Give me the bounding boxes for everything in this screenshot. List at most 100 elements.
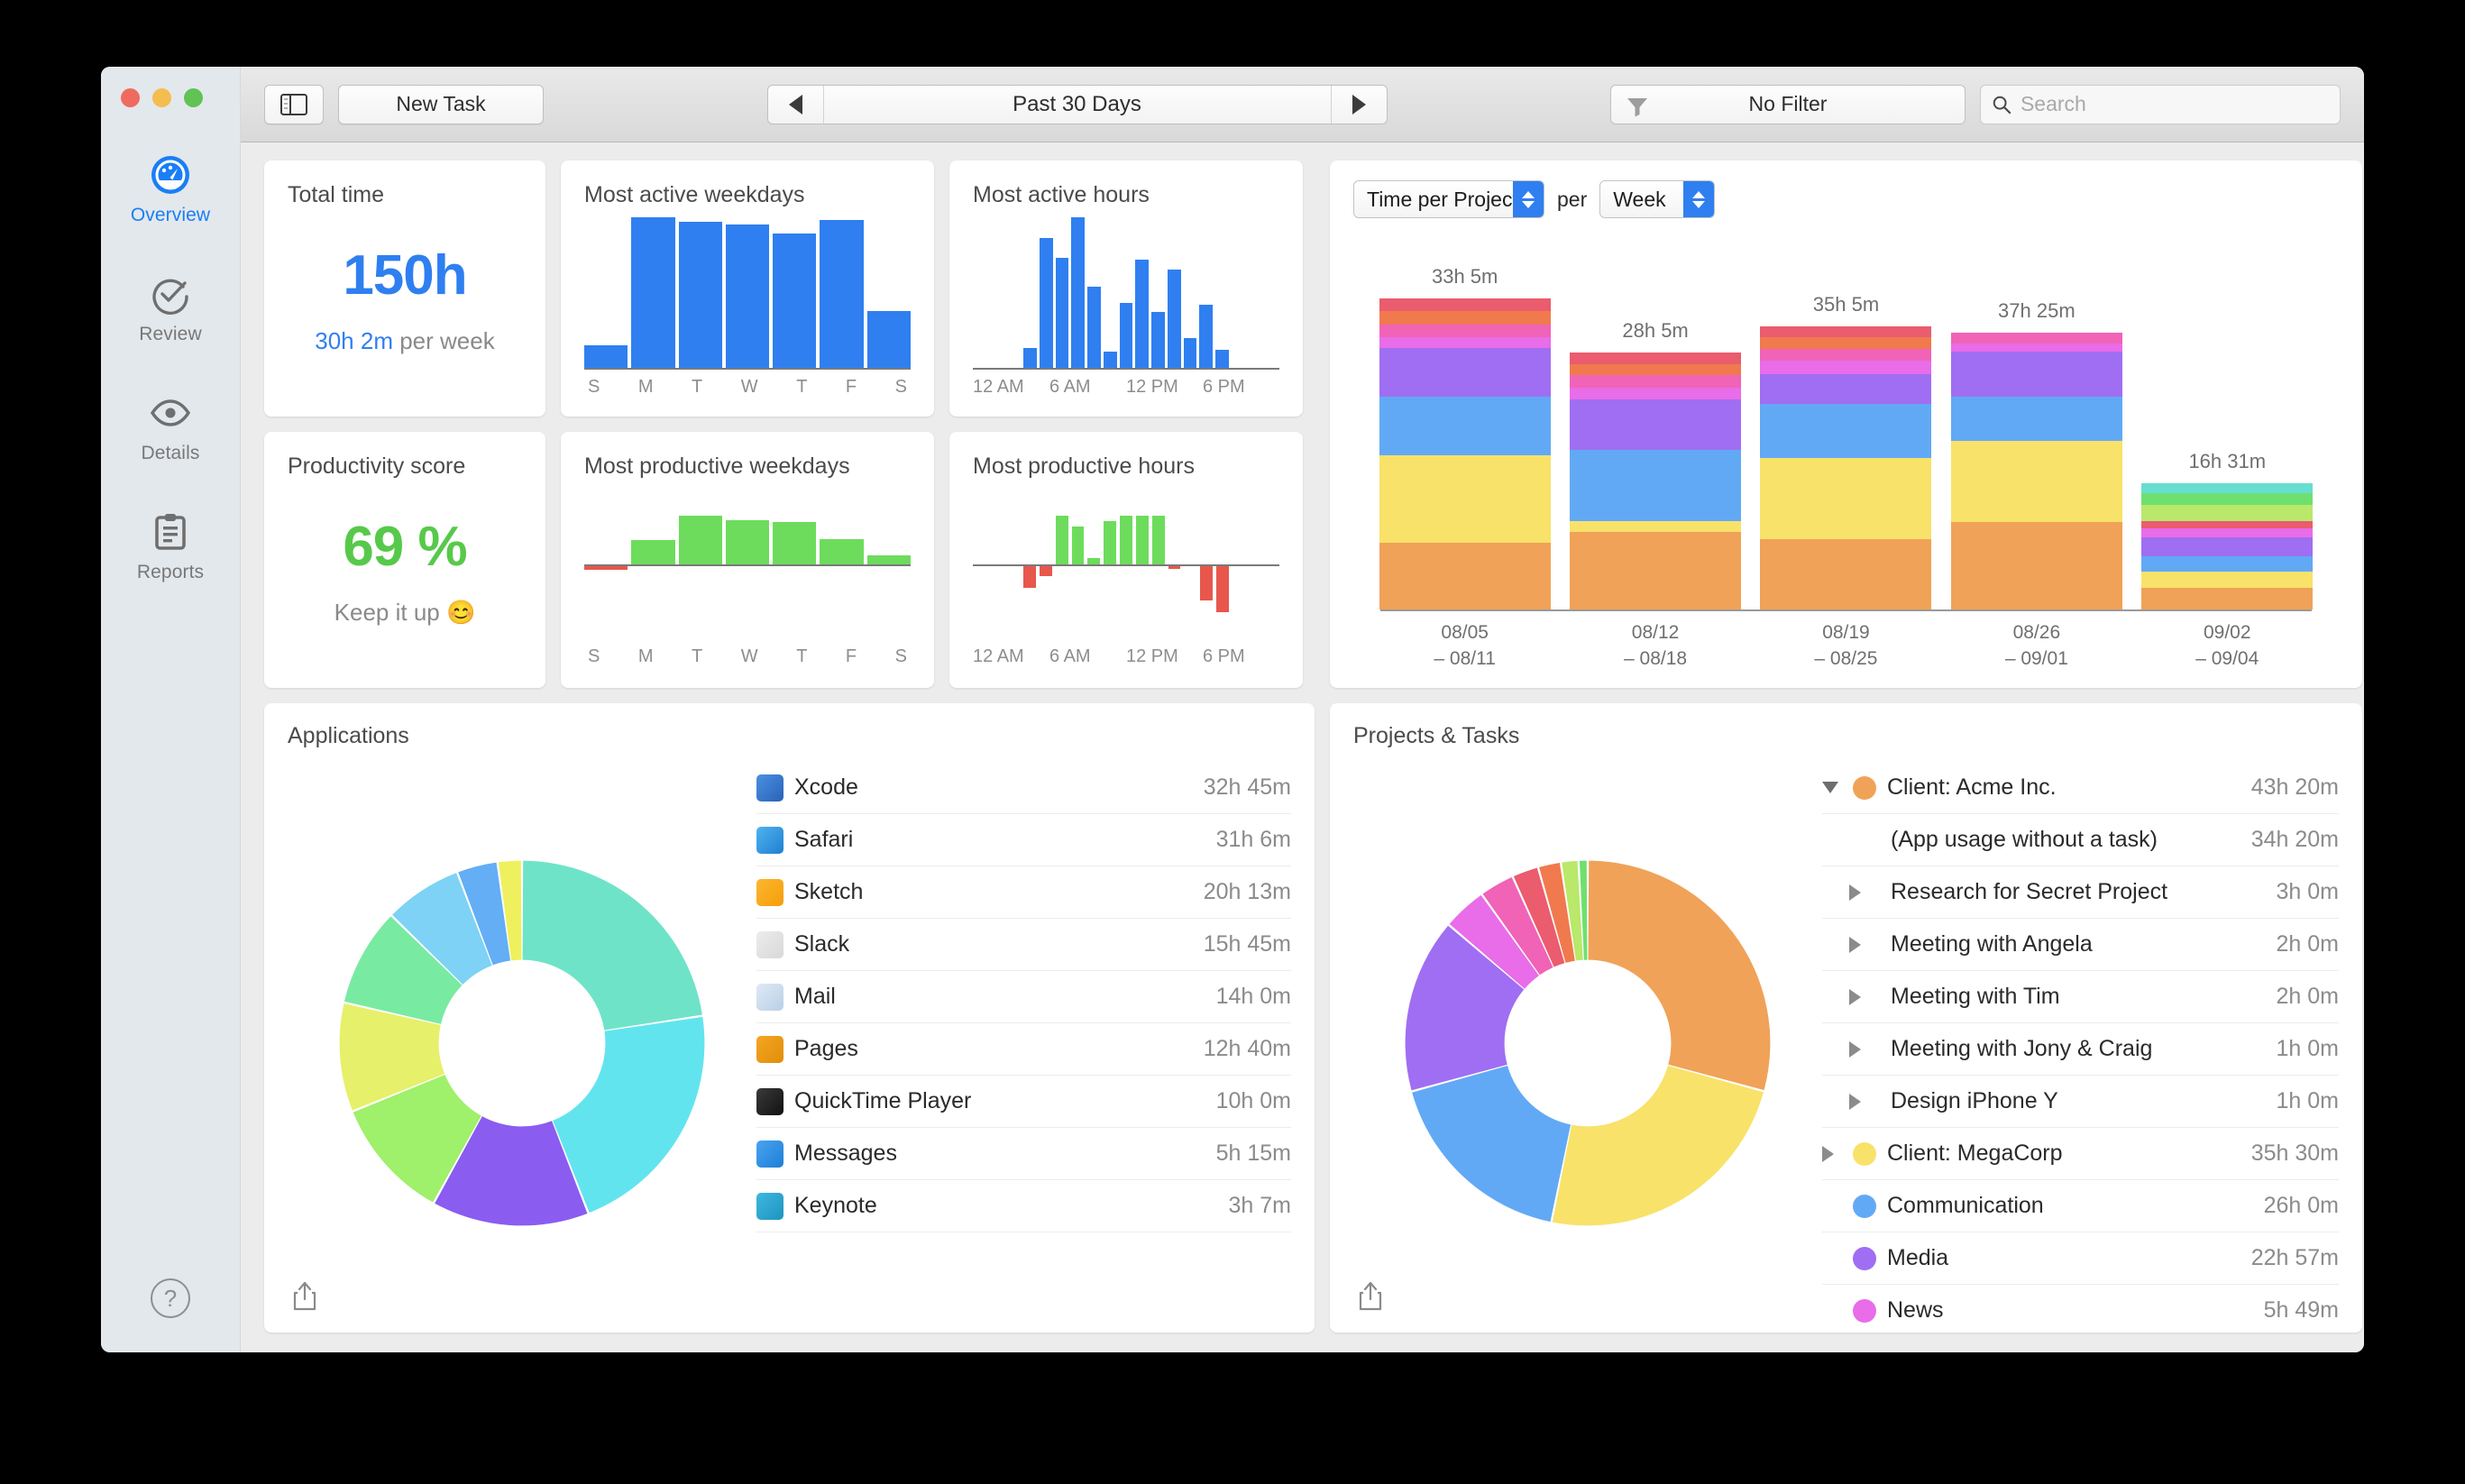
stepper-icon[interactable] bbox=[1513, 181, 1544, 217]
chevron-down-icon[interactable] bbox=[1822, 782, 1838, 793]
stacked-bar-segment bbox=[1950, 352, 2122, 397]
new-task-button[interactable]: New Task bbox=[338, 84, 544, 124]
bar-positive-slot bbox=[820, 489, 864, 564]
bar-negative-slot bbox=[1200, 563, 1214, 640]
list-item[interactable]: Meeting with Angela 2h 0m bbox=[1822, 919, 2339, 971]
bar bbox=[678, 516, 722, 564]
donut-segment[interactable] bbox=[1588, 860, 1771, 1090]
table-row[interactable]: Keynote 3h 7m bbox=[756, 1180, 1291, 1232]
table-row[interactable]: Sketch 20h 13m bbox=[756, 866, 1291, 919]
stacked-bar-column[interactable]: 37h 25m bbox=[1950, 299, 2122, 610]
project-name: Client: MegaCorp bbox=[1887, 1140, 2063, 1166]
donut-segment[interactable] bbox=[1412, 1065, 1572, 1222]
list-item[interactable]: Communication 26h 0m bbox=[1822, 1180, 2339, 1232]
project-name: News bbox=[1887, 1297, 1944, 1323]
card-title: Total time bbox=[288, 182, 384, 207]
slack-icon bbox=[756, 930, 783, 958]
table-row[interactable]: Slack 15h 45m bbox=[756, 919, 1291, 971]
axis-tick-label: 12 AM bbox=[973, 646, 1024, 666]
minimize-button[interactable] bbox=[152, 88, 171, 107]
application-name: Pages bbox=[794, 1036, 858, 1061]
stacked-bar-segment bbox=[1379, 348, 1551, 397]
stacked-bar-column[interactable]: 33h 5m bbox=[1379, 265, 1551, 610]
chevron-right-icon[interactable] bbox=[1849, 884, 1865, 901]
chevron-right-icon[interactable] bbox=[1849, 936, 1865, 953]
stacked-bar-column[interactable]: 16h 31m bbox=[2141, 450, 2314, 610]
sketch-icon bbox=[756, 878, 783, 906]
bar-negative-slot bbox=[1216, 563, 1229, 640]
list-item[interactable]: Client: MegaCorp 35h 30m bbox=[1822, 1128, 2339, 1180]
table-row[interactable]: QuickTime Player 10h 0m bbox=[756, 1076, 1291, 1128]
sidebar-item-review[interactable]: Review bbox=[101, 272, 241, 379]
interval-select[interactable]: Week bbox=[1599, 180, 1716, 218]
filter-button[interactable]: No Filter bbox=[1610, 84, 1966, 124]
stepper-icon[interactable] bbox=[1683, 181, 1715, 217]
search-input[interactable] bbox=[2020, 92, 2329, 116]
metric-select[interactable]: Time per Project bbox=[1353, 180, 1544, 218]
axis-tick-labels: 12 AM 6 AM 12 PM 6 PM bbox=[973, 646, 1279, 667]
application-name-cell: Slack bbox=[756, 930, 1189, 958]
axis-tick-label: S bbox=[588, 646, 600, 666]
stacked-bar-segment bbox=[2141, 571, 2314, 588]
chevron-right-icon[interactable] bbox=[1849, 1093, 1865, 1110]
close-button[interactable] bbox=[121, 88, 140, 107]
bar-positive-slot bbox=[1168, 489, 1181, 564]
list-item[interactable]: News 5h 49m bbox=[1822, 1285, 2339, 1333]
axis-tick-labels: SMTWTFS bbox=[584, 377, 911, 398]
sidebar-item-reports[interactable]: Reports bbox=[101, 510, 241, 617]
previous-range-button[interactable] bbox=[768, 85, 824, 124]
panel-body: Client: Acme Inc. 43h 20m (App usage witho… bbox=[1353, 753, 2339, 1333]
applications-donut-chart[interactable] bbox=[324, 845, 720, 1241]
stacked-bar-column[interactable]: 35h 5m bbox=[1760, 293, 1932, 610]
bar bbox=[1215, 349, 1229, 368]
chevron-right-icon[interactable] bbox=[1849, 1040, 1865, 1058]
list-item[interactable]: (App usage without a task) 34h 20m bbox=[1822, 814, 2339, 866]
sidebar-item-overview[interactable]: Overview bbox=[101, 153, 241, 260]
list-item[interactable]: Meeting with Jony & Craig 1h 0m bbox=[1822, 1023, 2339, 1076]
share-applications-button[interactable] bbox=[291, 1281, 318, 1316]
card-total-time: Total time 150h 30h 2m per week bbox=[264, 160, 545, 417]
help-button[interactable]: ? bbox=[151, 1278, 190, 1318]
total-time-per-week-suffix: per week bbox=[393, 327, 495, 354]
table-row[interactable]: Messages 5h 15m bbox=[756, 1128, 1291, 1180]
sidebar-item-details[interactable]: Details bbox=[101, 391, 241, 498]
bar bbox=[1023, 348, 1037, 368]
axis-tick-line: 08/26 bbox=[2012, 622, 2061, 644]
stacked-bar-column[interactable]: 28h 5m bbox=[1570, 319, 1742, 610]
clipboard-icon bbox=[155, 514, 186, 550]
donut-segment[interactable] bbox=[1552, 1065, 1764, 1225]
bar bbox=[1119, 303, 1133, 368]
table-row[interactable]: Safari 31h 6m bbox=[756, 814, 1291, 866]
project-duration: 34h 20m bbox=[2250, 827, 2339, 852]
bar-negative-slot bbox=[820, 564, 863, 640]
project-name-cell: Client: MegaCorp bbox=[1822, 1140, 2237, 1167]
stacked-bar-segment bbox=[1760, 539, 1932, 610]
list-item[interactable]: Design iPhone Y 1h 0m bbox=[1822, 1076, 2339, 1128]
share-projects-button[interactable] bbox=[1357, 1281, 1384, 1316]
next-range-button[interactable] bbox=[1330, 85, 1387, 124]
table-row[interactable]: Xcode 32h 45m bbox=[756, 762, 1291, 814]
list-item[interactable]: Client: Acme Inc. 43h 20m bbox=[1822, 762, 2339, 814]
search-field[interactable] bbox=[1980, 84, 2341, 124]
project-name-cell: Communication bbox=[1822, 1193, 2250, 1219]
chevron-right-icon[interactable] bbox=[1849, 988, 1865, 1005]
stacked-bar-segment bbox=[1950, 343, 2122, 353]
sidebar-toggle-button[interactable] bbox=[264, 84, 324, 124]
zoom-button[interactable] bbox=[184, 88, 203, 107]
filter-label: No Filter bbox=[1748, 92, 1828, 115]
keynote-icon bbox=[756, 1192, 783, 1220]
table-row[interactable]: Mail 14h 0m bbox=[756, 971, 1291, 1023]
date-range-control: Past 30 Days bbox=[766, 84, 1388, 124]
table-row[interactable]: Pages 12h 40m bbox=[756, 1023, 1291, 1076]
donut-segment[interactable] bbox=[522, 860, 702, 1031]
projects-donut-chart[interactable] bbox=[1389, 845, 1786, 1241]
toolbar: New Task Past 30 Days No Filter Search bbox=[241, 67, 2364, 142]
date-range-label-button[interactable]: Past 30 Days bbox=[824, 86, 1331, 124]
list-item[interactable]: Media 22h 57m bbox=[1822, 1232, 2339, 1285]
chevron-right-icon[interactable] bbox=[1822, 1145, 1838, 1162]
bar bbox=[1135, 516, 1149, 564]
list-item[interactable]: Meeting with Tim 2h 0m bbox=[1822, 971, 2339, 1023]
bar-positive-slot bbox=[1151, 489, 1165, 564]
stacked-chart-controls: Time per Project per Week bbox=[1353, 180, 2339, 218]
list-item[interactable]: Research for Secret Project 3h 0m bbox=[1822, 866, 2339, 919]
